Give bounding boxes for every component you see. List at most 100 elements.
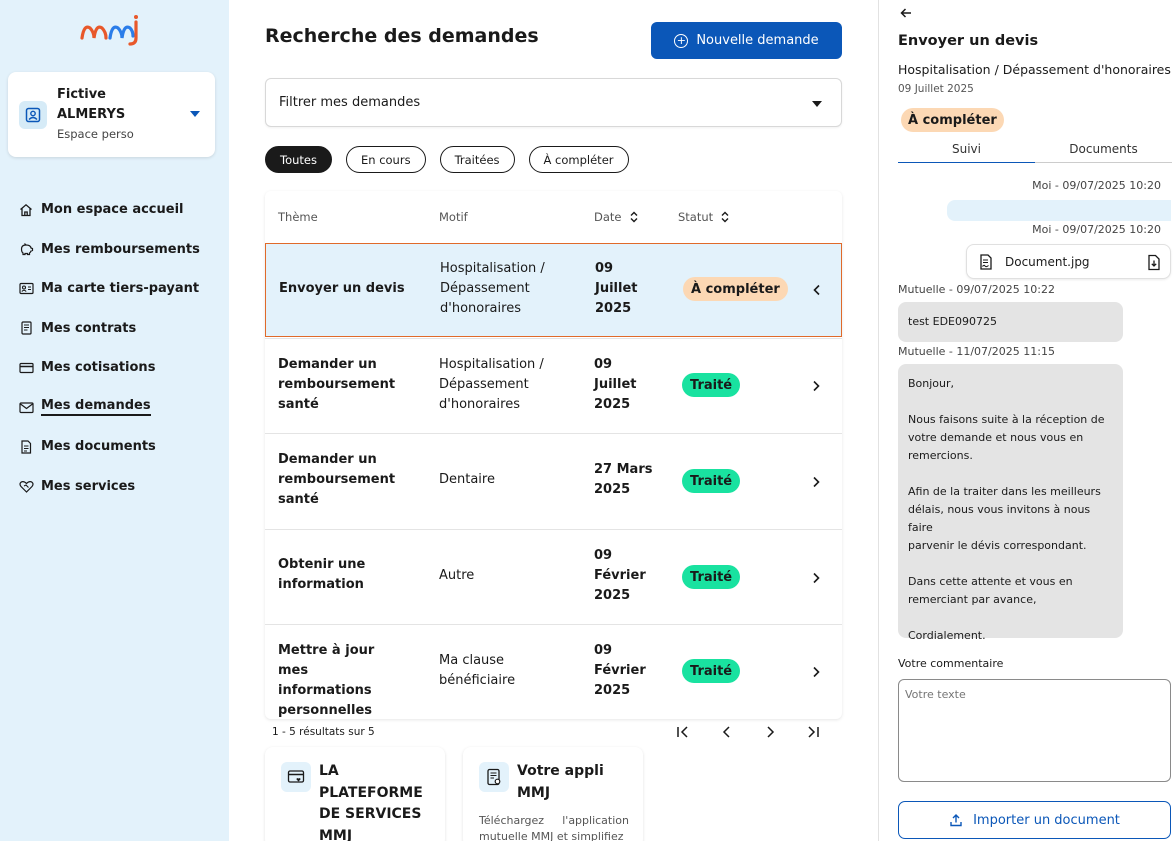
card-heart-icon: [281, 762, 311, 792]
promo-text: Téléchargez l'application mutuelle MMJ e…: [479, 814, 629, 841]
profile-card[interactable]: Fictive ALMERYS Espace perso: [8, 72, 215, 157]
home-icon: [18, 202, 34, 218]
promo-card-services[interactable]: LA PLATEFORME DE SERVICES MMJ: [265, 747, 445, 841]
tab-suivi[interactable]: Suivi: [898, 142, 1035, 163]
arrow-left-icon[interactable]: [899, 6, 913, 20]
plus-circle-icon: +: [674, 33, 689, 48]
nav-label: Mon espace accueil: [41, 202, 184, 218]
chevron-left-icon[interactable]: [811, 284, 823, 296]
status-badge: Traité: [682, 659, 741, 683]
chevron-right-icon[interactable]: [810, 380, 822, 392]
header-label: Thème: [278, 210, 318, 224]
row-date: 09 Février 2025: [594, 548, 646, 603]
row-date: 27 Mars 2025: [594, 462, 653, 497]
caret-down-icon: [812, 101, 822, 107]
nav-item-documents[interactable]: Mes documents: [18, 427, 218, 467]
header-theme: Thème: [278, 210, 318, 224]
status-badge: Traité: [682, 469, 741, 493]
comment-label: Votre commentaire: [898, 657, 1004, 670]
header-statut[interactable]: Statut: [678, 210, 729, 224]
attachment-chip[interactable]: Document.jpg: [966, 244, 1171, 279]
message-line: [908, 555, 1113, 573]
row-date: 09 Juillet 2025: [594, 357, 637, 412]
message-line: [908, 393, 1113, 411]
nav-label: Mes services: [41, 478, 136, 494]
promo-title: LA PLATEFORME DE SERVICES MMJ: [319, 763, 423, 841]
row-motif: Hospitalisation / Dépassement d'honorair…: [439, 357, 544, 412]
header-date[interactable]: Date: [594, 210, 638, 224]
row-theme: Mettre à jour mes informations personnel…: [278, 643, 375, 718]
nav-item-carte[interactable]: Ma carte tiers-payant: [18, 269, 218, 309]
chip-toutes[interactable]: Toutes: [265, 146, 332, 173]
credit-card-icon: [18, 360, 34, 376]
nav-label: Mes remboursements: [41, 241, 200, 257]
sidebar-nav: Mon espace accueil Mes remboursements Ma…: [18, 190, 218, 506]
mutuelle-message-bubble: test EDE090725: [898, 302, 1123, 342]
pagination-summary: 1 - 5 résultats sur 5: [272, 726, 375, 738]
filter-dropdown[interactable]: Filtrer mes demandes: [265, 78, 842, 127]
header-label: Date: [594, 210, 622, 224]
sort-icon: [630, 211, 637, 223]
nav-item-contrats[interactable]: Mes contrats: [18, 309, 218, 349]
chevron-right-icon[interactable]: [810, 666, 822, 678]
sidebar: Fictive ALMERYS Espace perso Mon espace …: [0, 0, 229, 841]
chip-a-completer[interactable]: À compléter: [528, 146, 629, 173]
message-line: votre demande et nous vous en: [908, 431, 1084, 444]
panel-subtitle: Hospitalisation / Dépassement d'honorair…: [898, 62, 1171, 77]
request-detail-panel: Envoyer un devis Hospitalisation / Dépas…: [878, 0, 1173, 841]
profile-name-first: Fictive: [57, 87, 107, 102]
file-signature-icon: [980, 254, 992, 270]
message-line: Cordialement.: [908, 629, 986, 642]
table-row[interactable]: Envoyer un devis Hospitalisation / Dépas…: [265, 243, 842, 337]
nav-item-services[interactable]: Mes services: [18, 467, 218, 507]
message-meta: Moi - 09/07/2025 10:20: [1032, 179, 1161, 192]
document-icon: [18, 439, 34, 455]
sort-icon: [721, 211, 729, 223]
next-page-icon[interactable]: [762, 724, 778, 740]
mmj-logo[interactable]: [80, 14, 144, 46]
row-motif: Autre: [439, 568, 475, 583]
mail-icon: [18, 399, 34, 415]
prev-page-icon[interactable]: [719, 724, 735, 740]
message-line: parvenir le dévis correspondant.: [908, 539, 1087, 552]
table-row[interactable]: Mettre à jour mes informations personnel…: [265, 624, 842, 719]
chip-traitees[interactable]: Traitées: [439, 146, 515, 173]
panel-date: 09 Juillet 2025: [898, 83, 974, 95]
chevron-right-icon[interactable]: [810, 476, 822, 488]
header-motif: Motif: [439, 210, 468, 224]
message-line: Afin de la traiter dans les meilleurs: [908, 485, 1101, 498]
file-download-icon[interactable]: [1147, 254, 1161, 271]
import-document-button[interactable]: Importer un document: [898, 801, 1171, 839]
chip-en-cours[interactable]: En cours: [345, 146, 426, 173]
tab-documents[interactable]: Documents: [1035, 142, 1172, 156]
message-line: remerciant par avance,: [908, 593, 1037, 606]
profile-name-last: ALMERYS: [57, 107, 126, 122]
table-row[interactable]: Obtenir une information Autre 09 Février…: [265, 529, 842, 624]
panel-title: Envoyer un devis: [898, 33, 1039, 49]
message-meta: Mutuelle - 11/07/2025 11:15: [898, 345, 1055, 358]
chevron-right-icon[interactable]: [810, 572, 822, 584]
status-badge: Traité: [682, 565, 741, 589]
row-motif: Ma clause bénéficiaire: [439, 653, 516, 688]
profile-subtitle: Espace perso: [57, 127, 134, 141]
table-row[interactable]: Demander un remboursement santé Dentaire…: [265, 433, 842, 529]
comment-textarea[interactable]: [898, 679, 1171, 782]
last-page-icon[interactable]: [805, 724, 821, 740]
nav-item-demandes[interactable]: Mes demandes: [18, 388, 218, 428]
heart-handshake-icon: [18, 478, 34, 494]
message-meta: Moi - 09/07/2025 10:20: [1032, 223, 1161, 236]
nav-item-accueil[interactable]: Mon espace accueil: [18, 190, 218, 230]
piggy-bank-icon: [18, 241, 34, 257]
row-date: 09 Juillet 2025: [595, 261, 638, 316]
new-request-button[interactable]: + Nouvelle demande: [651, 22, 842, 59]
id-card-icon: [18, 281, 34, 297]
status-badge: À compléter: [901, 108, 1004, 132]
caret-down-icon[interactable]: [190, 111, 200, 117]
message-line: délais, nous vous invitons à nous faire: [908, 503, 1091, 534]
status-badge: À compléter: [683, 277, 788, 301]
promo-card-app[interactable]: Votre appli MMJ Téléchargez l'applicatio…: [463, 747, 643, 841]
first-page-icon[interactable]: [675, 724, 691, 740]
nav-item-cotisations[interactable]: Mes cotisations: [18, 348, 218, 388]
nav-item-remboursements[interactable]: Mes remboursements: [18, 230, 218, 270]
table-row[interactable]: Demander un remboursement santé Hospital…: [265, 338, 842, 433]
